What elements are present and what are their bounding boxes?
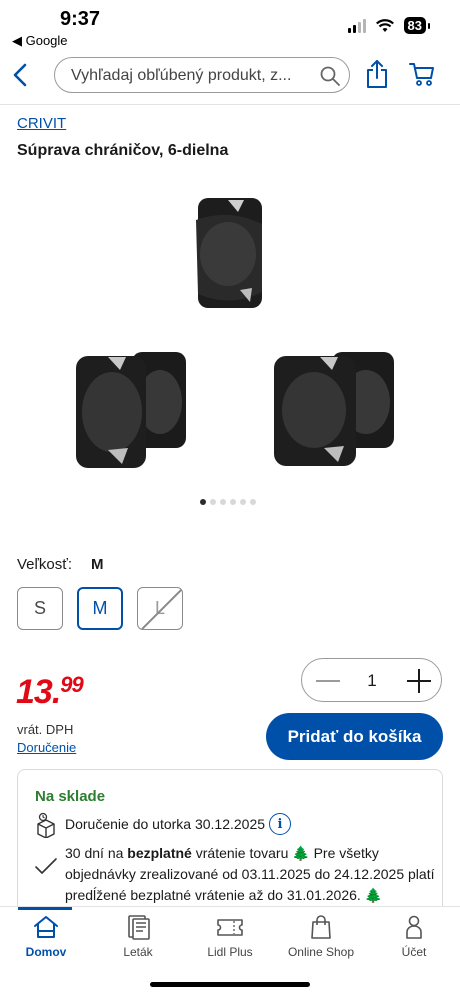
carousel-dot[interactable] — [250, 499, 256, 505]
carousel-dot[interactable] — [240, 499, 246, 505]
nav-account-label: Účet — [401, 945, 427, 959]
size-option-s[interactable]: S — [17, 587, 63, 630]
nav-account[interactable]: Účet — [374, 913, 454, 969]
checkmark-icon — [35, 858, 57, 874]
carousel-dot[interactable] — [230, 499, 236, 505]
nav-online-shop[interactable]: Online Shop — [281, 913, 361, 969]
home-indicator — [150, 982, 310, 987]
return-text-bold: bezplatné — [127, 845, 192, 861]
price: 13.99 — [16, 672, 84, 712]
size-option-m[interactable]: M — [77, 587, 123, 630]
delivery-date-text: Doručenie do utorka 30.12.2025 — [65, 816, 266, 832]
status-time: 9:37 — [60, 8, 101, 30]
tree-icon: 🌲 — [364, 887, 383, 903]
availability-card: Na sklade Doručenie do utorka 30.12.2025… — [17, 769, 443, 919]
image-carousel-dots[interactable] — [200, 499, 256, 505]
nav-lidl-plus[interactable]: Lidl Plus — [190, 913, 270, 969]
active-tab-indicator — [18, 907, 72, 910]
share-icon[interactable] — [364, 58, 390, 90]
knee-pad-image-left — [76, 352, 186, 468]
back-to-app-link[interactable]: ◀ Google — [12, 33, 68, 49]
return-text-middle: vrátenie tovaru — [191, 845, 293, 861]
price-cents: 99 — [60, 672, 84, 697]
size-label: Veľkosť: — [17, 556, 73, 573]
price-main: 13. — [16, 673, 61, 711]
package-icon — [37, 812, 55, 838]
nav-online-shop-label: Online Shop — [287, 945, 355, 959]
nav-leaflet-label: Leták — [123, 945, 153, 959]
search-icon[interactable] — [319, 65, 341, 87]
wifi-icon — [375, 18, 394, 32]
carousel-dot[interactable] — [210, 499, 216, 505]
back-arrow-icon[interactable] — [8, 60, 34, 90]
top-bar: Vyhľadaj obľúbený produkt, z... — [0, 52, 460, 100]
header-divider — [0, 104, 460, 105]
delivery-link[interactable]: Doručenie — [17, 740, 76, 755]
stock-status: Na sklade — [35, 788, 106, 805]
quantity-increase-button[interactable] — [405, 667, 433, 695]
home-icon — [34, 916, 58, 938]
signal-icon — [347, 18, 366, 33]
return-text-prefix: 30 dní na — [65, 845, 128, 861]
search-placeholder: Vyhľadaj obľúbený produkt, z... — [71, 67, 292, 84]
knee-pad-image-right — [274, 352, 394, 466]
battery-icon: 83 — [403, 17, 431, 34]
size-selected-value: M — [91, 556, 104, 573]
tree-icon: 🌲 — [292, 845, 310, 861]
nav-home-label: Domov — [25, 945, 67, 959]
nav-leaflet[interactable]: Leták — [98, 913, 178, 969]
carousel-dot[interactable] — [200, 499, 206, 505]
leaflet-icon — [128, 915, 150, 940]
bag-icon — [311, 915, 331, 939]
add-to-cart-button[interactable]: Pridať do košíka — [266, 713, 443, 760]
product-title: Súprava chráničov, 6-dielna — [17, 142, 229, 159]
elbow-pad-image — [196, 198, 262, 308]
quantity-decrease-button[interactable] — [314, 667, 342, 695]
carousel-dot[interactable] — [220, 499, 226, 505]
brand-link[interactable]: CRIVIT — [17, 115, 66, 132]
status-icons: 83 — [347, 17, 431, 34]
product-image[interactable] — [0, 180, 460, 480]
quantity-value[interactable]: 1 — [362, 671, 382, 691]
vat-note: vrát. DPH — [17, 722, 74, 737]
nav-lidl-plus-label: Lidl Plus — [207, 945, 253, 959]
status-bar: 9:37 ◀ Google 83 — [0, 0, 460, 52]
cart-icon[interactable] — [408, 60, 436, 88]
coupon-icon — [217, 919, 243, 936]
size-option-l[interactable]: L — [137, 587, 183, 630]
quantity-stepper: 1 — [301, 658, 442, 702]
nav-home[interactable]: Domov — [6, 913, 86, 969]
search-input[interactable]: Vyhľadaj obľúbený produkt, z... — [54, 57, 350, 93]
return-policy-text: 30 dní na bezplatné vrátenie tovaru 🌲 Pr… — [65, 843, 435, 906]
account-icon — [406, 915, 422, 939]
info-icon[interactable]: i — [269, 813, 291, 835]
